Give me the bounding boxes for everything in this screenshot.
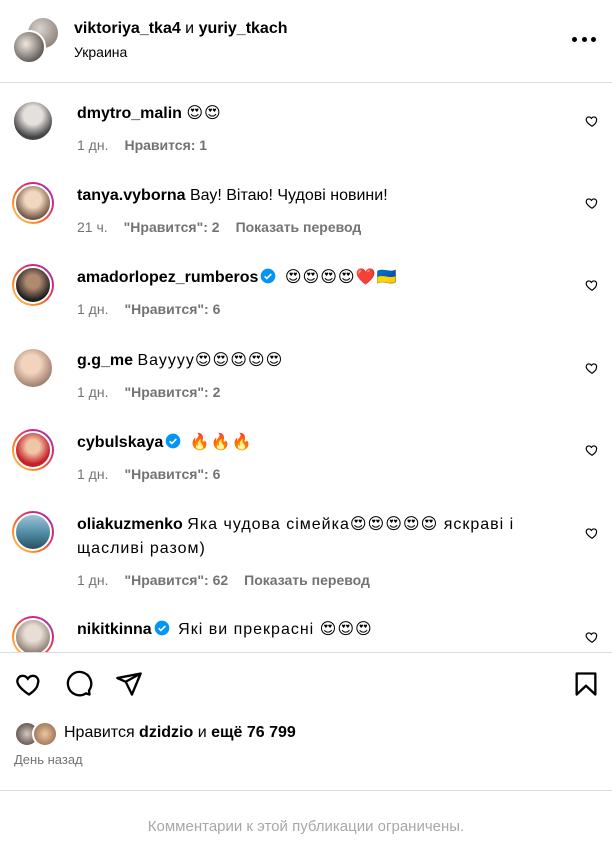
comment-username[interactable]: amadorlopez_rumberos [77, 269, 258, 286]
comment-likes[interactable]: "Нравится": 6 [124, 466, 220, 482]
comment-meta: 1 дн. "Нравится": 6 [77, 466, 236, 482]
comment-time[interactable]: 21 ч. [77, 219, 108, 235]
comment-body: dmytro_malin 😍😍 [77, 102, 557, 126]
comment-meta: 1 дн. "Нравится": 2 [77, 384, 236, 400]
like-heart-icon[interactable] [585, 443, 599, 457]
more-options-icon[interactable] [572, 37, 596, 43]
comment-likes[interactable]: "Нравится": 2 [124, 219, 220, 235]
comment-meta: 1 дн. "Нравится": 6 [77, 301, 236, 317]
comments-footer: Комментарии к этой публикации ограничены… [0, 790, 612, 854]
comment-username[interactable]: g.g_me [77, 352, 133, 369]
location-link[interactable]: Украина [74, 44, 127, 60]
post-actions: Нравится dzidzio и ещё 76 799 День назад [0, 652, 612, 793]
comments-list[interactable]: dmytro_malin 😍😍 1 дн. Нравится: 1 tanya.v… [0, 83, 612, 653]
like-heart-icon[interactable] [585, 278, 599, 292]
comment-text: Вауууу😍😍😍😍😍 [137, 352, 284, 369]
comment-username[interactable]: oliakuzmenko [77, 516, 183, 533]
comment-body: oliakuzmenko Яка чудова сімейка😍😍😍😍😍 яск… [77, 513, 557, 561]
like-heart-icon[interactable] [585, 630, 599, 644]
comment-likes[interactable]: "Нравится": 62 [124, 572, 228, 588]
avatar[interactable] [12, 511, 54, 553]
like-heart-icon[interactable] [585, 196, 599, 210]
comment-text: 😍😍 [186, 105, 222, 122]
comment-likes[interactable]: "Нравится": 6 [124, 301, 220, 317]
comment-body: g.g_me Вауууу😍😍😍😍😍 [77, 349, 557, 373]
avatar[interactable] [12, 616, 54, 653]
avatar[interactable] [12, 100, 54, 142]
verified-badge-icon [165, 433, 181, 449]
comment-body: nikitkinna Які ви прекрасні 😍😍😍 [77, 618, 557, 642]
avatar[interactable] [12, 429, 54, 471]
bookmark-icon[interactable] [572, 670, 600, 698]
likes-count[interactable]: ещё 76 799 [211, 724, 296, 741]
avatar[interactable] [12, 264, 54, 306]
share-icon[interactable] [115, 670, 143, 698]
liked-by-avatars[interactable] [14, 721, 60, 747]
comment-username[interactable]: cybulskaya [77, 434, 163, 451]
comment-time[interactable]: 1 дн. [77, 572, 108, 588]
comment-text: Які ви прекрасні 😍😍😍 [178, 621, 373, 638]
post-header: viktoriya_tka4 и yuriy_tkach Украина [0, 0, 612, 83]
comment-body: tanya.vyborna Вау! Вітаю! Чудові новини! [77, 184, 557, 208]
like-heart-icon[interactable] [15, 670, 43, 698]
comment-text: 🔥🔥🔥 [189, 434, 253, 451]
comment-meta: 1 дн. "Нравится": 62 Показать перевод [77, 572, 386, 588]
comment-likes[interactable]: "Нравится": 2 [124, 384, 220, 400]
comment-time[interactable]: 1 дн. [77, 137, 108, 153]
post-date[interactable]: День назад [14, 752, 83, 767]
comment-text: Вау! Вітаю! Чудові новини! [189, 187, 388, 204]
comment-likes[interactable]: Нравится: 1 [124, 137, 207, 153]
comment-body: amadorlopez_rumberos 😍😍😍😍❤️🇺🇦 [77, 266, 557, 290]
comment-body: cybulskaya 🔥🔥🔥 [77, 431, 557, 455]
translate-link[interactable]: Показать перевод [244, 572, 370, 588]
like-heart-icon[interactable] [585, 526, 599, 540]
avatar[interactable] [12, 182, 54, 224]
comment-username[interactable]: nikitkinna [77, 621, 152, 638]
author-conjunction: и [180, 20, 199, 37]
translate-link[interactable]: Показать перевод [236, 219, 362, 235]
verified-badge-icon [261, 268, 276, 284]
comment-icon[interactable] [65, 670, 93, 698]
avatar[interactable] [12, 347, 54, 389]
author-link-2[interactable]: yuriy_tkach [199, 20, 288, 37]
comment-time[interactable]: 1 дн. [77, 384, 108, 400]
likes-summary[interactable]: Нравится dzidzio и ещё 76 799 [64, 724, 296, 742]
comment-meta: 1 дн. Нравится: 1 [77, 137, 223, 153]
collab-avatars[interactable] [12, 16, 62, 64]
comment-time[interactable]: 1 дн. [77, 466, 108, 482]
liked-by-user[interactable]: dzidzio [139, 724, 193, 741]
comment-meta: 21 ч. "Нравится": 2 Показать перевод [77, 219, 377, 235]
avatar[interactable] [12, 30, 46, 64]
like-heart-icon[interactable] [585, 114, 599, 128]
comments-restricted-notice: Комментарии к этой публикации ограничены… [147, 818, 465, 835]
like-heart-icon[interactable] [585, 361, 599, 375]
likes-prefix: Нравится [64, 724, 140, 741]
verified-badge-icon [154, 620, 170, 636]
post-authors: viktoriya_tka4 и yuriy_tkach [74, 20, 288, 38]
author-link-1[interactable]: viktoriya_tka4 [74, 20, 181, 37]
comment-username[interactable]: dmytro_malin [77, 105, 182, 122]
comment-username[interactable]: tanya.vyborna [77, 187, 185, 204]
likes-conjunction: и [193, 724, 212, 741]
comment-time[interactable]: 1 дн. [77, 301, 108, 317]
comment-text: 😍😍😍😍❤️🇺🇦 [284, 269, 398, 286]
